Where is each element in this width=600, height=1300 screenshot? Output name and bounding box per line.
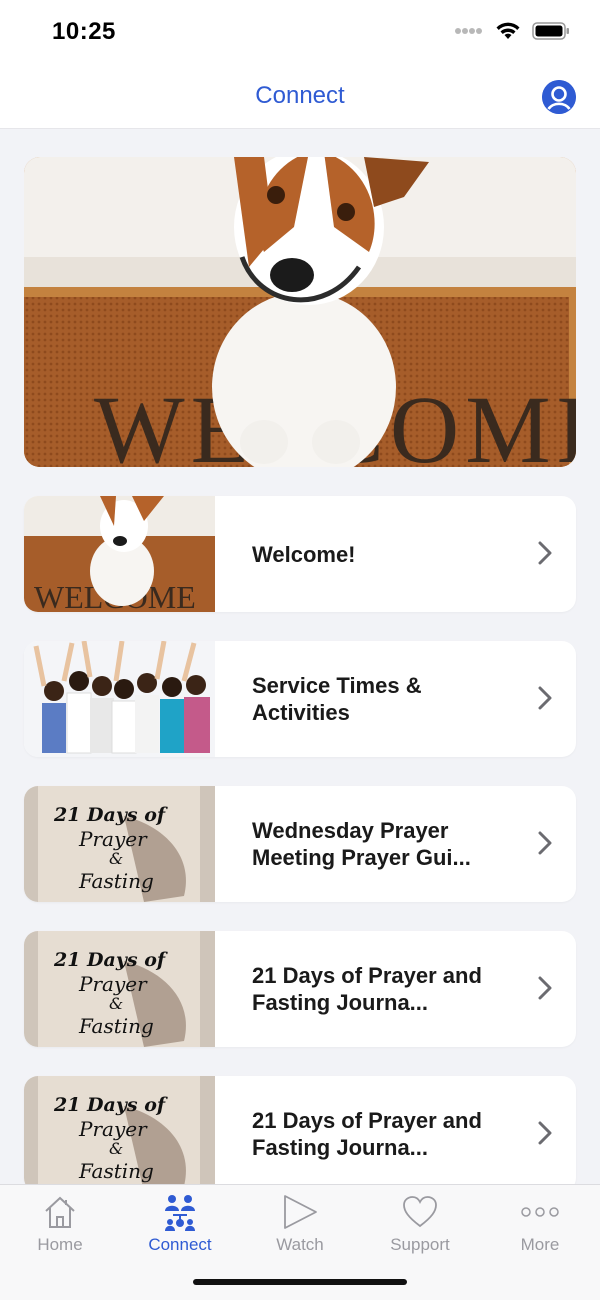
svg-text:Fasting: Fasting — [78, 1159, 154, 1183]
chevron-right-icon — [538, 831, 552, 855]
chevron-right-icon — [538, 976, 552, 1000]
list-item[interactable]: 21 Days of Prayer & Fasting Wednesday Pr… — [24, 786, 576, 902]
tab-label: Connect — [148, 1235, 212, 1254]
battery-icon — [532, 22, 569, 40]
heart-icon — [403, 1196, 437, 1228]
svg-text:21 Days of: 21 Days of — [53, 1094, 168, 1116]
tab-label: Support — [390, 1235, 450, 1254]
list-item-label: Welcome! — [252, 541, 356, 567]
tab-watch[interactable]: Watch — [240, 1193, 360, 1263]
svg-text:Prayer: Prayer — [78, 972, 148, 996]
hero-banner[interactable]: WELCOME — [24, 157, 576, 467]
people-icon — [165, 1195, 195, 1231]
tab-support[interactable]: Support — [360, 1193, 480, 1263]
thumbnail-image: WELCOME — [24, 496, 215, 612]
tab-home[interactable]: Home — [0, 1193, 120, 1263]
list-item[interactable]: Service Times & Activities — [24, 641, 576, 757]
list-item-label: 21 Days of Prayer and Fasting Journa... — [252, 1108, 482, 1160]
list-item-label: Wednesday Prayer Meeting Prayer Gui... — [252, 818, 471, 870]
nav-bar: Connect — [0, 64, 600, 129]
tab-label: More — [520, 1235, 560, 1254]
thumbnail-image — [24, 641, 215, 757]
play-icon — [284, 1195, 317, 1229]
tab-connect[interactable]: Connect — [120, 1193, 240, 1263]
list-item[interactable]: 21 Days of Prayer & Fasting 21 Days of P… — [24, 1076, 576, 1184]
profile-button[interactable] — [542, 80, 576, 114]
tab-label: Watch — [276, 1235, 324, 1254]
house-icon — [45, 1196, 75, 1228]
chevron-right-icon — [538, 541, 552, 565]
content-scroll[interactable]: WELCOME WELCOME — [0, 129, 600, 1184]
thumbnail-image: 21 Days of Prayer & Fasting — [24, 931, 215, 1047]
tab-more[interactable]: More — [480, 1193, 600, 1263]
list-item[interactable]: 21 Days of Prayer & Fasting 21 Days of P… — [24, 931, 576, 1047]
signal-icon — [455, 28, 482, 34]
chevron-right-icon — [538, 1121, 552, 1145]
svg-text:Prayer: Prayer — [78, 827, 148, 851]
thumbnail-image: 21 Days of Prayer & Fasting — [24, 1076, 215, 1184]
list-item-label: Service Times & Activities — [252, 673, 422, 725]
status-icons — [454, 22, 570, 40]
svg-text:Prayer: Prayer — [78, 1117, 148, 1141]
status-time: 10:25 — [52, 18, 116, 45]
page-title: Connect — [255, 82, 345, 109]
svg-text:21 Days of: 21 Days of — [53, 949, 168, 971]
list-item-label: 21 Days of Prayer and Fasting Journa... — [252, 963, 482, 1015]
svg-text:Fasting: Fasting — [78, 1014, 154, 1038]
home-indicator[interactable] — [193, 1279, 407, 1285]
status-bar: 10:25 — [0, 0, 600, 64]
wifi-icon — [496, 22, 520, 39]
svg-text:&: & — [109, 1139, 123, 1158]
ellipsis-icon — [521, 1207, 559, 1217]
chevron-right-icon — [538, 686, 552, 710]
svg-text:21 Days of: 21 Days of — [53, 804, 168, 826]
svg-text:Fasting: Fasting — [78, 869, 154, 893]
hero-dog-image: WELCOME — [24, 157, 576, 467]
svg-text:&: & — [109, 994, 123, 1013]
person-icon — [542, 80, 576, 114]
thumbnail-image: 21 Days of Prayer & Fasting — [24, 786, 215, 902]
svg-text:&: & — [109, 849, 123, 868]
tab-label: Home — [37, 1235, 83, 1254]
list-item[interactable]: WELCOME Welcome! — [24, 496, 576, 612]
